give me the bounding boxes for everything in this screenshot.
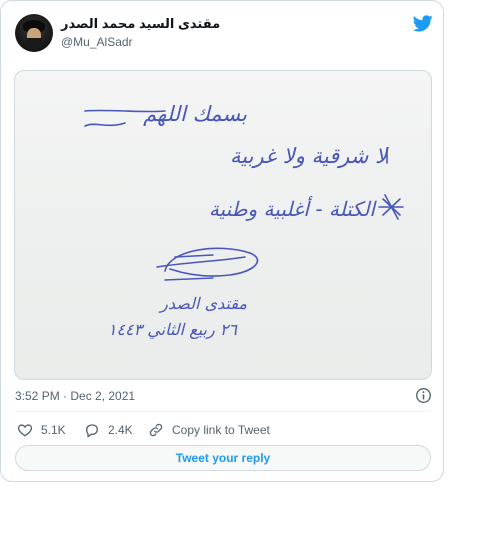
handwriting-line-2: لا شرقية ولا غربية [230,144,389,169]
handwriting-line-1: بسمك اللهم [143,102,247,127]
tweet-image[interactable]: بسمك اللهم لا شرقية ولا غربية الكتلة - أ… [14,70,432,380]
like-button[interactable]: 5.1K [17,421,66,439]
pen-stroke [378,194,404,220]
tweet-card: مقتدى السيد محمد الصدر @Mu_AlSadr بسمك ا… [0,0,444,482]
handwritten-note: بسمك اللهم لا شرقية ولا غربية الكتلة - أ… [84,102,404,339]
handwriting-line-3: الكتلة - أغلبية وطنية [209,196,378,221]
reply-action-button[interactable]: 2.4K [84,421,133,439]
reply-count: 2.4K [108,423,133,437]
info-icon[interactable] [415,387,432,404]
divider [15,411,431,412]
handwriting-line-4: مقتدى الصدر [158,294,247,313]
heart-icon [17,424,33,437]
avatar[interactable] [15,14,53,52]
signature-stroke [164,247,259,277]
handwriting-line-5: ٢٦ ربيع الثاني ١٤٤٣ [108,320,239,339]
speech-bubble-icon [86,424,98,438]
author-handle[interactable]: @Mu_AlSadr [61,35,133,49]
copy-link-label: Copy link to Tweet [172,423,270,437]
author-display-name[interactable]: مقتدى السيد محمد الصدر [61,16,220,32]
copy-link-button[interactable]: Copy link to Tweet [148,421,270,439]
tweet-your-reply-button[interactable]: Tweet your reply [15,445,431,471]
tweet-timestamp[interactable]: 3:52 PM · Dec 2, 2021 [15,389,135,403]
link-icon [149,423,163,437]
like-count: 5.1K [41,423,66,437]
signature-stroke [164,277,214,281]
twitter-bird-icon[interactable] [413,15,433,32]
pen-stroke [84,122,126,127]
